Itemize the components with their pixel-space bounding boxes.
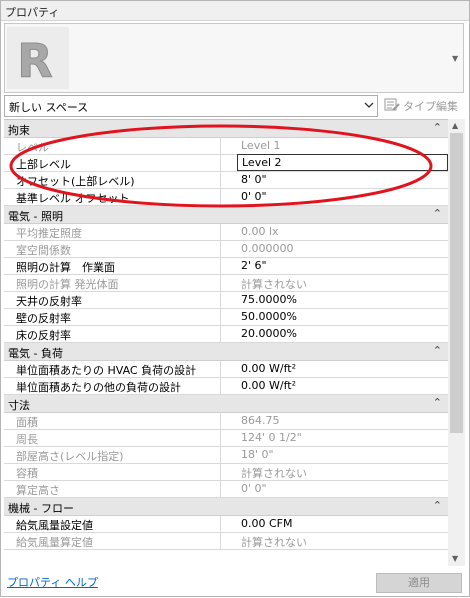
property-name: 部屋高さ(レベル指定) <box>4 447 221 463</box>
revit-logo-icon: R <box>7 27 69 89</box>
property-value: Level 1 <box>241 139 281 152</box>
property-value[interactable]: 0.00 W/ft² <box>237 378 448 394</box>
property-value[interactable]: 2' 6" <box>237 258 448 274</box>
property-row: 床の反射率 20.0000% <box>4 326 448 343</box>
property-value: 0.00 lx <box>241 225 279 238</box>
property-row: 単位面積あたりの HVAC 負荷の設計 0.00 W/ft² <box>4 361 448 378</box>
edit-type-button[interactable]: タイプ編集 <box>382 96 468 114</box>
property-name: 上部レベル <box>4 155 221 171</box>
properties-palette: プロパティ R ▼ 新しい スペース タイプ編集 拘束 ⌃ レベル Level … <box>0 0 470 597</box>
chevron-down-icon: ▼ <box>452 54 459 63</box>
property-row: 給気風量算定値 計算されない <box>4 533 448 550</box>
property-row: 照明の計算 作業面 2' 6" <box>4 258 448 275</box>
category-header[interactable]: 電気 - 照明 ⌃ <box>4 206 448 224</box>
category-header[interactable]: 機械 - フロー ⌃ <box>4 498 448 516</box>
property-value: 計算されない <box>241 536 307 549</box>
property-name: 単位面積あたりの他の負荷の設計 <box>4 378 221 394</box>
type-selector[interactable]: 新しい スペース <box>4 95 378 117</box>
svg-text:R: R <box>17 34 52 88</box>
property-value[interactable]: 20.0000% <box>237 326 448 342</box>
type-preview[interactable]: R ▼ <box>4 23 464 93</box>
category-title: 電気 - 照明 <box>8 210 63 223</box>
category-header[interactable]: 電気 - 負荷 ⌃ <box>4 343 448 361</box>
property-name: 室空間係数 <box>4 241 221 257</box>
edit-type-label: タイプ編集 <box>403 100 458 113</box>
category-title: 機械 - フロー <box>8 502 74 515</box>
property-name: 給気風量算定値 <box>4 533 221 549</box>
scrollbar-thumb[interactable] <box>450 133 463 433</box>
scroll-down-icon[interactable]: ▼ <box>452 554 458 563</box>
property-name: 平均推定照度 <box>4 224 221 240</box>
chevron-down-icon <box>363 99 375 111</box>
property-value: 計算されない <box>241 467 307 480</box>
property-name: 照明の計算 発光体面 <box>4 275 221 291</box>
category-header[interactable]: 寸法 ⌃ <box>4 395 448 413</box>
category-title: 寸法 <box>8 399 30 412</box>
property-row: 部屋高さ(レベル指定) 18' 0" <box>4 447 448 464</box>
property-name: 床の反射率 <box>4 326 221 342</box>
edit-type-icon <box>384 98 400 115</box>
property-value: 124' 0 1/2" <box>241 431 302 444</box>
collapse-icon[interactable]: ⌃ <box>433 207 442 220</box>
property-value[interactable]: 0.00 W/ft² <box>237 361 448 377</box>
property-value-input[interactable]: Level 2 <box>237 154 448 171</box>
property-name: レベル <box>4 138 221 154</box>
property-value[interactable]: 75.0000% <box>237 292 448 308</box>
property-grid: 拘束 ⌃ レベル Level 1 上部レベル Level 2 オフセット(上部レベル) 8' … <box>4 119 448 567</box>
collapse-icon[interactable]: ⌃ <box>433 344 442 357</box>
property-name: 基準レベル オフセット <box>4 189 221 205</box>
property-row: 壁の反射率 50.0000% <box>4 309 448 326</box>
property-value: 0' 0" <box>241 482 267 495</box>
property-name: 算定高さ <box>4 481 221 497</box>
category-title: 拘束 <box>8 124 30 137</box>
property-value[interactable]: 0.00 CFM <box>237 516 448 532</box>
property-name: 給気風量設定値 <box>4 516 221 532</box>
property-name: 照明の計算 作業面 <box>4 258 221 274</box>
collapse-icon[interactable]: ⌃ <box>433 396 442 409</box>
property-row: 単位面積あたりの他の負荷の設計 0.00 W/ft² <box>4 378 448 395</box>
property-row: 面積 864.75 <box>4 413 448 430</box>
property-value: 計算されない <box>241 278 307 291</box>
property-name: 面積 <box>4 413 221 429</box>
property-row: 平均推定照度 0.00 lx <box>4 224 448 241</box>
property-name: オフセット(上部レベル) <box>4 172 221 188</box>
collapse-icon[interactable]: ⌃ <box>433 499 442 512</box>
apply-button[interactable]: 適用 <box>376 573 462 593</box>
property-row: 室空間係数 0.000000 <box>4 241 448 258</box>
preview-scroll[interactable]: ▼ <box>449 24 463 92</box>
property-name: 容積 <box>4 464 221 480</box>
property-row: レベル Level 1 <box>4 138 448 155</box>
property-name: 天井の反射率 <box>4 292 221 308</box>
property-value: 0.000000 <box>241 242 294 255</box>
type-selector-value: 新しい スペース <box>9 101 89 114</box>
property-value[interactable]: 8' 0" <box>237 172 448 188</box>
property-value[interactable]: 0' 0" <box>237 189 448 205</box>
palette-title: プロパティ <box>5 6 60 19</box>
property-row: 基準レベル オフセット 0' 0" <box>4 189 448 206</box>
property-name: 壁の反射率 <box>4 309 221 325</box>
vertical-scrollbar[interactable]: ▲ ▼ <box>448 119 465 566</box>
property-name: 単位面積あたりの HVAC 負荷の設計 <box>4 361 221 377</box>
property-value: 864.75 <box>241 414 280 427</box>
property-row: 容積 計算されない <box>4 464 448 481</box>
category-title: 電気 - 負荷 <box>8 347 63 360</box>
property-row: 周長 124' 0 1/2" <box>4 430 448 447</box>
property-row: 照明の計算 発光体面 計算されない <box>4 275 448 292</box>
property-value: 18' 0" <box>241 448 274 461</box>
property-row: 天井の反射率 75.0000% <box>4 292 448 309</box>
properties-help-link[interactable]: プロパティ ヘルプ <box>7 574 98 590</box>
collapse-icon[interactable]: ⌃ <box>433 121 442 134</box>
property-value[interactable]: 50.0000% <box>237 309 448 325</box>
title-bar: プロパティ <box>1 1 469 21</box>
property-row: オフセット(上部レベル) 8' 0" <box>4 172 448 189</box>
property-row: 給気風量設定値 0.00 CFM <box>4 516 448 533</box>
property-row: 上部レベル Level 2 <box>4 154 448 172</box>
property-name: 周長 <box>4 430 221 446</box>
property-row: 算定高さ 0' 0" <box>4 481 448 498</box>
category-header[interactable]: 拘束 ⌃ <box>4 120 448 138</box>
scroll-up-icon[interactable]: ▲ <box>452 121 458 130</box>
